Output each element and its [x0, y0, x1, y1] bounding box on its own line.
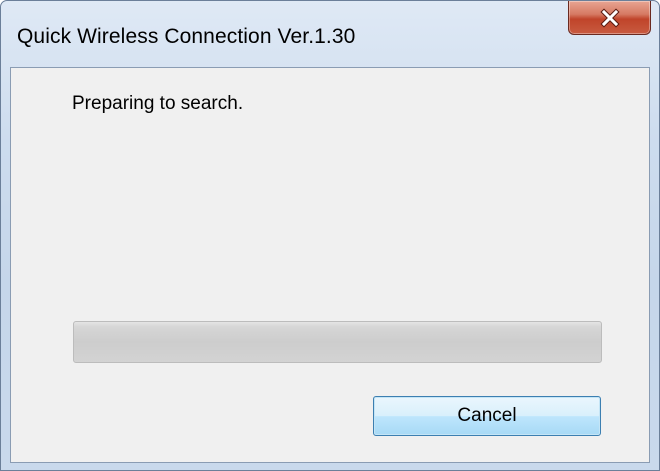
dialog-body: Preparing to search. Cancel — [10, 67, 650, 463]
dialog-window: Quick Wireless Connection Ver.1.30 Prepa… — [0, 0, 660, 471]
progress-bar — [73, 321, 602, 363]
status-message: Preparing to search. — [72, 93, 244, 114]
close-button[interactable] — [568, 1, 651, 35]
close-icon — [599, 7, 620, 28]
title-bar[interactable]: Quick Wireless Connection Ver.1.30 — [1, 1, 659, 67]
cancel-button[interactable]: Cancel — [373, 396, 601, 436]
window-title: Quick Wireless Connection Ver.1.30 — [17, 25, 356, 48]
